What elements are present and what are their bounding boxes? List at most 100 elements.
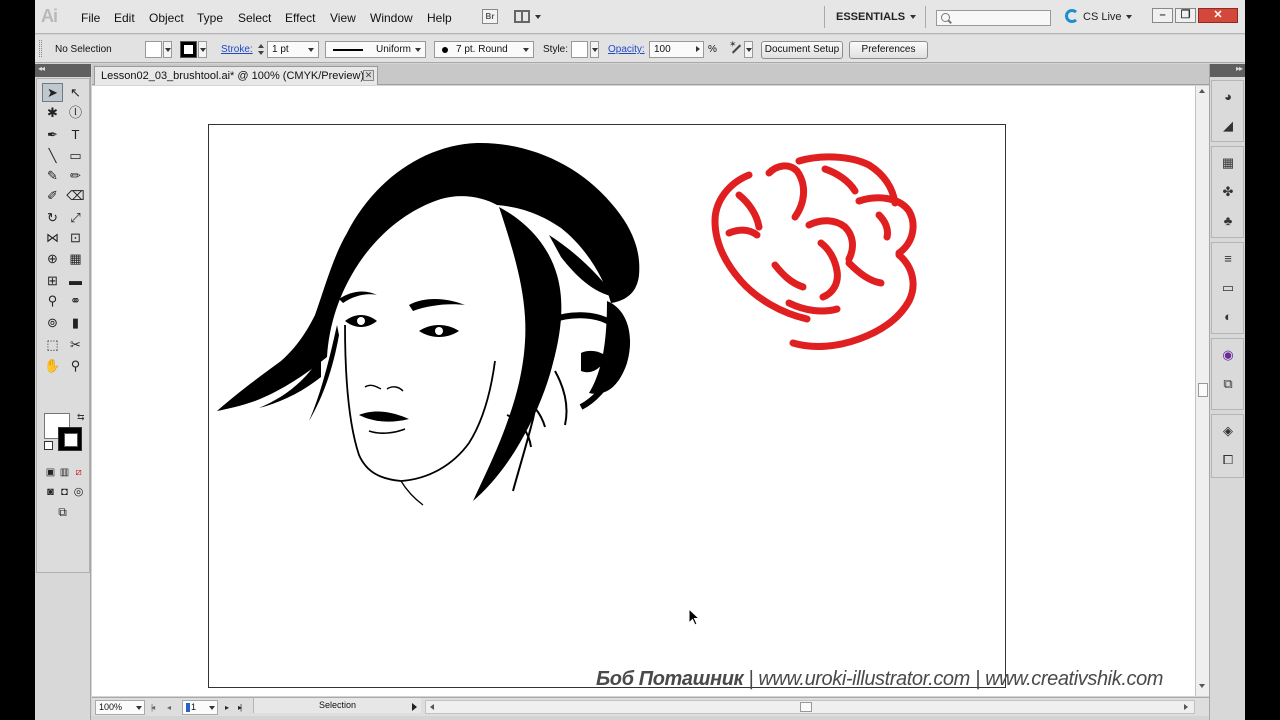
recolor-artwork-icon[interactable] [729, 39, 742, 55]
menu-window[interactable]: Window [370, 11, 413, 25]
gradient-panel-icon[interactable]: ▭ [1218, 278, 1238, 298]
next-artboard-icon[interactable]: ▸ [225, 703, 229, 712]
column-graph-tool[interactable]: ▮ [65, 313, 86, 332]
shape-builder-tool[interactable]: ⊕ [42, 249, 63, 268]
fill-dropdown[interactable] [163, 41, 172, 58]
menu-edit[interactable]: Edit [114, 11, 135, 25]
lasso-tool[interactable]: ⓛ [65, 103, 86, 122]
brush-definition[interactable]: 7 pt. Round [434, 41, 534, 58]
scroll-left-icon[interactable] [430, 704, 434, 710]
fill-swatch[interactable] [145, 41, 162, 58]
perspective-grid-tool[interactable]: ▦ [65, 249, 86, 268]
vertical-scrollbar[interactable] [1195, 86, 1209, 696]
slice-tool[interactable]: ✂ [65, 335, 86, 354]
scroll-right-icon[interactable] [1184, 704, 1188, 710]
type-tool[interactable]: T [65, 125, 86, 144]
screen-mode-icon[interactable]: ⧉ [52, 503, 73, 522]
pencil-tool[interactable]: ✏ [65, 166, 86, 185]
woman-illustration[interactable] [217, 142, 640, 506]
pen-tool[interactable]: ✒ [42, 125, 63, 144]
help-search-input[interactable] [936, 10, 1051, 26]
recolor-dropdown[interactable] [744, 41, 753, 58]
swap-fill-stroke-icon[interactable]: ⇆ [77, 412, 85, 423]
blend-tool[interactable]: ⚭ [65, 291, 86, 310]
restore-button[interactable]: ❐ [1175, 8, 1196, 23]
color-panel-icon[interactable]: ◕ [1218, 87, 1238, 107]
stroke-weight-field[interactable]: 1 pt [267, 41, 319, 58]
artboards-panel-icon[interactable]: ⧠ [1218, 450, 1238, 470]
menu-view[interactable]: View [330, 11, 356, 25]
scroll-down-icon[interactable] [1199, 684, 1205, 688]
mesh-tool[interactable]: ⊞ [42, 271, 63, 290]
artboard[interactable] [208, 124, 1006, 688]
layers-panel-icon[interactable]: ◈ [1218, 421, 1238, 441]
chevron-right-icon[interactable] [696, 46, 700, 52]
rotate-tool[interactable]: ↻ [42, 208, 63, 227]
eyedropper-tool[interactable]: ⚲ [42, 291, 63, 310]
close-button[interactable]: ✕ [1198, 8, 1238, 23]
swatches-panel-icon[interactable]: ▦ [1218, 153, 1238, 173]
default-fill-stroke-icon[interactable] [44, 441, 53, 450]
eraser-tool[interactable]: ⌫ [65, 186, 86, 205]
brushes-panel-icon[interactable]: ✤ [1218, 182, 1238, 202]
canvas[interactable] [92, 86, 1195, 696]
menu-help[interactable]: Help [427, 11, 452, 25]
scale-tool[interactable]: ⤢ [65, 208, 86, 227]
paintbrush-tool[interactable]: ✎ [42, 166, 63, 185]
cs-live-button[interactable]: CS Live [1065, 9, 1132, 23]
zoom-field[interactable]: 100% [95, 700, 145, 715]
artboard-number-field[interactable]: 1 [182, 700, 218, 715]
close-icon[interactable]: ✕ [363, 70, 374, 81]
variable-width-profile[interactable]: Uniform [325, 41, 426, 58]
none-mode-icon[interactable]: ⧄ [68, 463, 89, 482]
chevron-right-icon[interactable] [412, 703, 417, 711]
menu-select[interactable]: Select [238, 11, 271, 25]
document-setup-button[interactable]: Document Setup [761, 41, 843, 59]
stroke-dropdown[interactable] [198, 41, 207, 58]
horizontal-scrollbar[interactable] [425, 700, 1195, 714]
stroke-weight-stepper[interactable] [257, 41, 265, 58]
draw-inside-icon[interactable]: ◎ [68, 483, 89, 502]
stroke-swatch[interactable] [180, 41, 197, 58]
free-transform-tool[interactable]: ⊡ [65, 228, 86, 247]
transparency-panel-icon[interactable]: ◐ [1218, 307, 1238, 327]
symbol-sprayer-tool[interactable]: ⊚ [42, 313, 63, 332]
zoom-tool[interactable]: ⚲ [65, 356, 86, 375]
graphic-styles-panel-icon[interactable]: ⧉ [1218, 374, 1238, 394]
panel-dock-header[interactable]: ▸▸ [1210, 64, 1245, 77]
menu-object[interactable]: Object [149, 11, 184, 25]
arrange-documents-button[interactable] [514, 9, 544, 24]
vertical-scroll-thumb[interactable] [1198, 383, 1208, 397]
minimize-button[interactable]: – [1152, 8, 1173, 23]
preferences-button[interactable]: Preferences [849, 41, 928, 59]
stroke-color-box[interactable] [58, 427, 82, 451]
direct-selection-tool[interactable]: ↖ [65, 83, 86, 102]
menu-type[interactable]: Type [197, 11, 223, 25]
blob-brush-tool[interactable]: ✐ [42, 186, 63, 205]
tools-dock-header[interactable]: ◂◂ [35, 64, 91, 77]
hand-tool[interactable]: ✋ [42, 356, 63, 375]
status-display[interactable]: Selection [253, 698, 421, 713]
last-artboard-icon[interactable]: ▸| [238, 703, 242, 712]
magic-wand-tool[interactable]: ✱ [42, 103, 63, 122]
stroke-panel-icon[interactable]: ≡ [1218, 249, 1238, 269]
gradient-tool[interactable]: ▬ [65, 271, 86, 290]
first-artboard-icon[interactable]: |◂ [151, 703, 155, 712]
workspace-switcher[interactable]: ESSENTIALS [836, 11, 917, 23]
width-tool[interactable]: ⋈ [42, 228, 63, 247]
bridge-button[interactable]: Br [482, 9, 498, 24]
rectangle-tool[interactable]: ▭ [65, 146, 86, 165]
scroll-up-icon[interactable] [1199, 89, 1205, 93]
line-segment-tool[interactable]: ╲ [42, 146, 63, 165]
opacity-panel-link[interactable]: Opacity: [608, 44, 645, 55]
symbols-panel-icon[interactable]: ♣ [1218, 211, 1238, 231]
previous-artboard-icon[interactable]: ◂ [167, 703, 171, 712]
document-tab[interactable]: Lesson02_03_brushtool.ai* @ 100% (CMYK/P… [94, 66, 378, 85]
style-dropdown[interactable] [590, 41, 599, 58]
graphic-style-swatch[interactable] [571, 41, 588, 58]
control-bar-grip[interactable] [39, 40, 42, 57]
menu-effect[interactable]: Effect [285, 11, 315, 25]
selection-tool[interactable]: ➤ [42, 83, 63, 102]
stroke-panel-link[interactable]: Stroke: [221, 44, 253, 55]
appearance-panel-icon[interactable]: ◉ [1218, 345, 1238, 365]
